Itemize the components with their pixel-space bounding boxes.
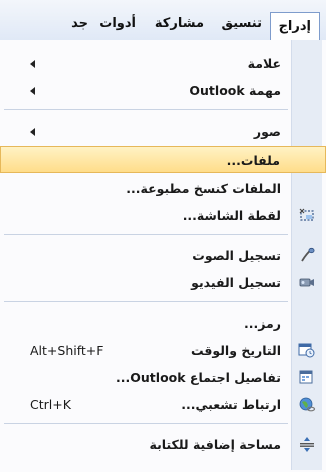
menu-separator	[4, 109, 288, 110]
menu-separator	[4, 301, 288, 302]
menu-item-symbol[interactable]: رمز...	[0, 310, 326, 337]
menu-separator	[4, 234, 288, 235]
menu-item-label: تسجيل الصوت	[192, 248, 281, 263]
menu-item-label: ارتباط تشعبي...	[181, 397, 281, 412]
menu-item-date-time[interactable]: التاريخ والوقت Alt+Shift+F	[0, 337, 326, 364]
hyperlink-globe-icon	[298, 396, 316, 413]
insert-dropdown-menu: علامة مهمة Outlook صور ملفات... الملفات …	[0, 40, 326, 472]
menu-item-extra-writing-space[interactable]: مساحة إضافية للكتابة	[0, 431, 326, 458]
screen-clipping-icon	[298, 207, 316, 224]
menu-item-label: مساحة إضافية للكتابة	[149, 437, 281, 452]
menu-share[interactable]: مشاركة	[155, 10, 204, 40]
menu-table[interactable]: جد	[71, 10, 88, 40]
menu-item-files-as-printouts[interactable]: الملفات كنسخ مطبوعة...	[0, 175, 326, 202]
menu-item-tag[interactable]: علامة	[0, 50, 326, 77]
submenu-arrow-icon	[30, 87, 35, 95]
shortcut-label: Ctrl+K	[30, 397, 71, 412]
menu-insert[interactable]: إدراج	[269, 12, 320, 42]
submenu-arrow-icon	[30, 60, 35, 68]
menu-item-label: لقطة الشاشة...	[182, 208, 281, 223]
meeting-details-icon	[298, 369, 316, 386]
calendar-clock-icon	[298, 342, 316, 359]
menu-tools[interactable]: أدوات	[99, 10, 136, 40]
menu-item-record-audio[interactable]: تسجيل الصوت	[0, 242, 326, 269]
menu-item-files[interactable]: ملفات...	[0, 146, 326, 173]
menu-item-label: صور	[253, 124, 281, 139]
video-camera-icon	[298, 274, 316, 291]
menu-item-outlook-meeting-details[interactable]: تفاصيل اجتماع Outlook...	[0, 364, 326, 391]
extra-space-icon	[298, 436, 316, 453]
menu-separator	[4, 423, 288, 424]
microphone-icon	[298, 247, 316, 264]
menu-item-label: الملفات كنسخ مطبوعة...	[126, 181, 281, 196]
submenu-arrow-icon	[30, 128, 35, 136]
menu-item-label: تسجيل الفيديو	[191, 275, 281, 290]
menu-bar: إدراج تنسيق مشاركة أدوات جد	[0, 0, 326, 43]
menu-item-label: التاريخ والوقت	[190, 343, 281, 358]
shortcut-label: Alt+Shift+F	[30, 343, 104, 358]
menu-item-hyperlink[interactable]: ارتباط تشعبي... Ctrl+K	[0, 391, 326, 418]
menu-item-label: علامة	[247, 56, 281, 71]
menu-item-label: تفاصيل اجتماع Outlook...	[116, 370, 281, 385]
menu-item-outlook-task[interactable]: مهمة Outlook	[0, 77, 326, 104]
menu-item-label: رمز...	[244, 316, 281, 331]
menu-item-pictures[interactable]: صور	[0, 118, 326, 145]
menu-item-screen-clipping[interactable]: لقطة الشاشة...	[0, 202, 326, 229]
menu-item-label: ملفات...	[226, 153, 280, 168]
menu-item-record-video[interactable]: تسجيل الفيديو	[0, 269, 326, 296]
menu-item-label: مهمة Outlook	[189, 83, 281, 98]
menu-format[interactable]: تنسيق	[222, 10, 262, 40]
